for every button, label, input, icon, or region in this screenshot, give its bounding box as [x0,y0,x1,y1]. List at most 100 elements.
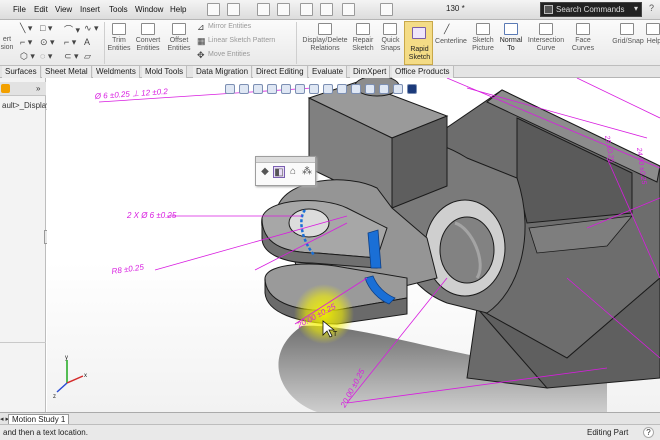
rapid-sketch-button[interactable]: Rapid Sketch [404,21,433,65]
display-delete-relations-button[interactable]: Display/Delete Relations [297,37,353,53]
print-icon[interactable] [277,3,290,16]
repair-sketch-icon[interactable] [356,23,370,35]
edit-appearance-icon[interactable] [337,84,347,94]
menu-edit[interactable]: Edit [34,5,48,14]
centerline-icon[interactable]: ╱ [444,24,449,35]
centerline-button[interactable]: Centerline [434,38,468,46]
menu-file[interactable]: File [13,5,26,14]
plane-icon[interactable]: ▱ [84,51,91,62]
tab-weldments[interactable]: Weldments [93,66,140,78]
zoom-to-area-icon[interactable] [239,84,249,94]
svg-text:x: x [84,373,87,379]
tab-evaluate[interactable]: Evaluate [309,66,348,78]
rebuild-icon[interactable] [342,3,355,16]
face-curves-button[interactable]: Face Curves [567,37,599,53]
feature-manager-icon[interactable] [1,84,10,93]
normal-to-button[interactable]: Normal To [496,37,526,53]
sketch-picture-icon[interactable] [476,23,490,35]
circle-icon[interactable]: ⊙ ▾ [40,37,55,48]
more-tabs-icon[interactable]: » [36,84,40,93]
select-icon[interactable] [320,3,333,16]
dynamic-annotation-icon[interactable] [281,84,291,94]
rapid-sketch-icon [412,27,426,39]
save-icon[interactable] [257,3,270,16]
arc-icon[interactable]: ⌒ ▾ [64,23,80,36]
menu-tools[interactable]: Tools [109,5,128,14]
new-document-icon[interactable] [207,3,220,16]
display-delete-relations-icon[interactable] [318,23,332,35]
help-book-icon[interactable] [646,23,660,35]
spline-icon[interactable]: ∿ ▾ [84,23,99,34]
dimension-hole[interactable]: 2 X Ø 6 ±0.25 [126,211,177,220]
status-message: and then a text location. [3,428,88,437]
tab-data-migration[interactable]: Data Migration [193,66,253,78]
line-icon[interactable]: ╲ ▾ [20,23,32,34]
menu-view[interactable]: View [55,5,72,14]
offset-entities-icon[interactable] [172,23,186,35]
intersection-curve-button[interactable]: Intersection Curve [526,37,566,53]
quick-snaps-icon[interactable] [383,23,397,35]
repair-sketch-button[interactable]: Repair Sketch [350,37,376,53]
search-commands-input[interactable]: Search Commands ▾ [540,2,642,17]
view-orientation-icon[interactable] [295,84,305,94]
offset-entities-button[interactable]: Offset Entities [163,37,195,53]
move-entities-button[interactable]: Move Entities [208,51,250,59]
status-help-icon[interactable]: ? [643,427,654,438]
annotation-icon[interactable]: ⁂ [301,166,313,178]
linear-sketch-pattern-button[interactable]: Linear Sketch Pattern [208,37,275,45]
view-settings-icon[interactable] [365,84,375,94]
feature-manager-header: » [0,82,46,96]
point-icon[interactable]: ⌐ ▾ [20,37,32,48]
corner-rectangle-icon[interactable]: □ ▾ [40,23,52,34]
display-style-icon[interactable] [309,84,319,94]
feature-manager-panel: » ault>_Display S [0,78,58,412]
quick-snaps-button[interactable]: Quick Snaps [378,37,403,53]
ellipse-icon[interactable]: ◌ ▾ [40,51,52,62]
polygon-icon[interactable]: ⬡ ▾ [20,51,35,62]
dimension-top[interactable]: Ø 6 ±0.25 ⊥ 12 ±0.2 [94,87,169,101]
zoom-to-fit-icon[interactable] [225,84,235,94]
trim-entities-button[interactable]: Trim Entities [104,37,134,53]
tab-direct-editing[interactable]: Direct Editing [253,66,308,78]
menu-window[interactable]: Window [135,5,163,14]
mirror-entities-button[interactable]: Mirror Entities [208,23,251,31]
graphics-area[interactable]: T Ø 6 ±0.25 ⊥ 12 ±0.2 2 X Ø 6 ±0.25 R8 ±… [47,78,660,412]
slot-icon[interactable]: ⊂ ▾ [64,51,79,62]
shadows-icon[interactable] [379,84,389,94]
convert-entities-icon[interactable] [141,23,155,35]
intersection-curve-icon[interactable] [539,23,553,35]
tab-office-products[interactable]: Office Products [392,66,454,78]
dimension-radius[interactable]: R8 ±0.25 [111,262,145,275]
back-arrow-icon[interactable]: ◆ [259,166,271,178]
trim-entities-icon[interactable] [112,23,126,35]
sketch-picture-button[interactable]: Sketch Picture [468,37,498,53]
previous-view-icon[interactable] [253,84,263,94]
apply-scene-icon[interactable] [351,84,361,94]
fillet-icon[interactable]: ⌐ ▾ [64,37,76,48]
grid-snap-button[interactable]: Grid/Snap [611,38,645,46]
tab-sheet-metal[interactable]: Sheet Metal [42,66,92,78]
help-button[interactable]: Help [644,38,660,46]
perspective-icon[interactable] [393,84,403,94]
menu-help[interactable]: Help [170,5,186,14]
context-toolbar-grip[interactable] [256,157,315,163]
help-icon[interactable]: ? [649,3,659,16]
undo-icon[interactable] [300,3,313,16]
face-curves-icon[interactable] [576,23,590,35]
tab-mold-tools[interactable]: Mold Tools [142,66,188,78]
hide-show-items-icon[interactable] [323,84,333,94]
menu-insert[interactable]: Insert [80,5,100,14]
smart-dimension-icon[interactable]: ⌂ [287,166,299,178]
tab-surfaces[interactable]: Surfaces [2,66,41,78]
convert-entities-button[interactable]: Convert Entities [132,37,164,53]
shaded-icon[interactable] [407,84,417,94]
section-view-icon[interactable] [267,84,277,94]
ribbon-partial-left-label[interactable]: ert sion [0,36,14,52]
tab-dimxpert[interactable]: DimXpert [350,66,391,78]
grid-snap-icon[interactable] [620,23,634,35]
rapid-sketch-mini-icon[interactable]: ◧ [273,166,285,178]
options-icon[interactable] [380,3,393,16]
normal-to-icon[interactable] [504,23,518,35]
text-icon[interactable]: A [84,37,90,47]
open-folder-icon[interactable] [227,3,240,16]
